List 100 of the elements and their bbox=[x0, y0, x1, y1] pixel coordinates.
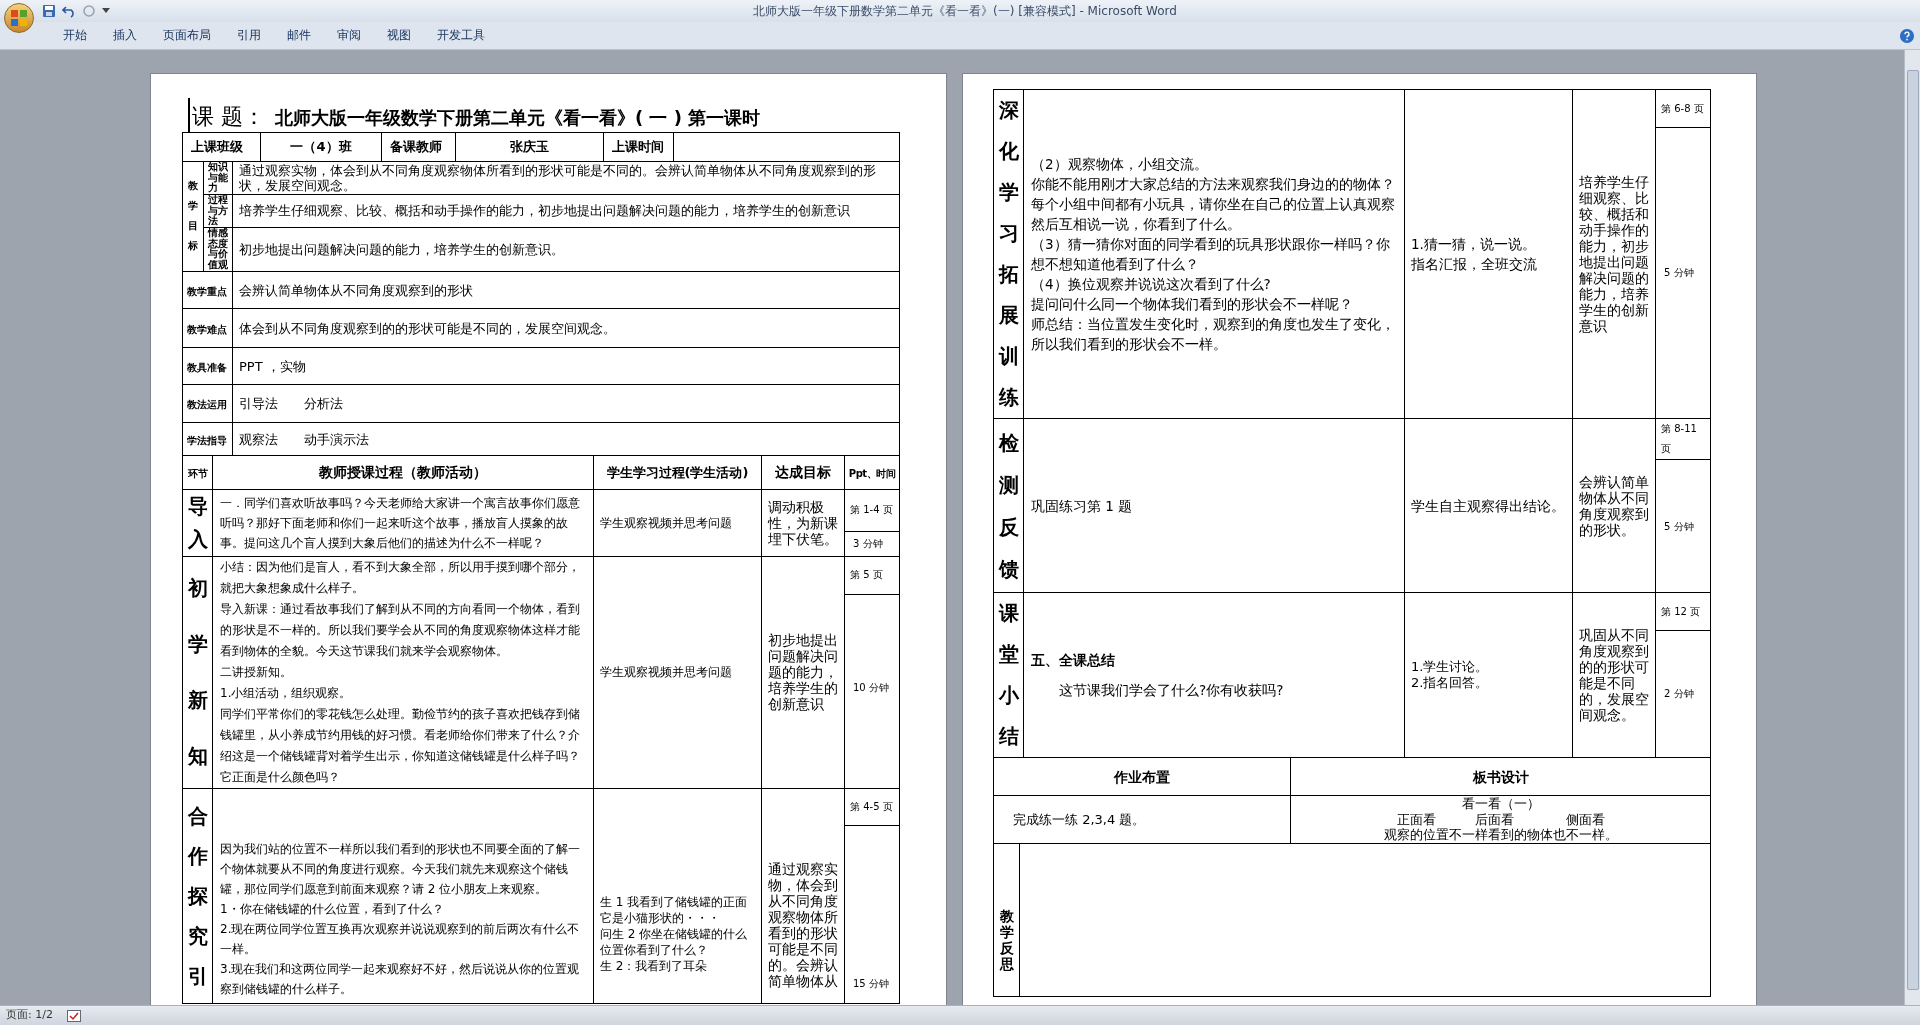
board-text: 正面看 后面看 侧面看 bbox=[1395, 811, 1606, 827]
column-header: 作业布置 bbox=[1114, 768, 1170, 785]
row-label: 过程与方法 bbox=[208, 195, 228, 227]
cell-text: 15 分钟 bbox=[853, 976, 889, 991]
cell-text: 调动积极性，为新课埋下伏笔。 bbox=[768, 498, 838, 547]
board-text: 观察的位置不一样看到的物体也不一样。 bbox=[1382, 827, 1619, 843]
cell-text: 第 4-5 页 bbox=[850, 799, 893, 814]
stage-label: 初学新知 bbox=[187, 575, 208, 770]
lesson-title: 北师大版一年级数学下册第二单元《看一看》( 一 ) 第一课时 bbox=[275, 106, 761, 130]
column-header: 环节 bbox=[187, 468, 208, 479]
cell-text: 引导法 分析法 bbox=[239, 396, 343, 411]
cell-text: 2.现在两位同学位置互换再次观察并说说观察到的前后两次有什么不一样。 bbox=[220, 920, 581, 958]
cell-text: 观察法 动手演示法 bbox=[239, 431, 369, 447]
stage-label: 课堂小结 bbox=[998, 600, 1019, 750]
column-header: 教师授课过程（教师活动） bbox=[319, 464, 487, 480]
cell-text: 小结：因为他们是盲人，看不到大象全部，所以用手摸到哪个部分，就把大象想象成什么样子。 bbox=[220, 558, 581, 597]
cell-text: 五、全课总结 bbox=[1031, 651, 1116, 669]
save-icon[interactable] bbox=[42, 4, 56, 18]
ribbon-tab[interactable]: 开发工具 bbox=[424, 26, 498, 45]
cell-text: 第 8-11 页 bbox=[1661, 422, 1698, 456]
office-button[interactable] bbox=[4, 3, 34, 33]
ribbon-tab[interactable]: 审阅 bbox=[324, 26, 374, 45]
window-title: 北师大版一年级下册数学第二单元《看一看》(一) [兼容模式] - Microsoft Word bbox=[753, 3, 1177, 20]
board-text: 看一看（一） bbox=[1460, 796, 1541, 812]
title-label: 课 题： bbox=[192, 103, 265, 131]
cell-text: 会辨认简单物体从不同角度观察到的形状 bbox=[239, 282, 473, 298]
row-label: 教学反思 bbox=[999, 907, 1014, 972]
cell-text: 通过观察实物，体会到从不同角度观察物体所看到的形状可能是不同的。会辨认简单物体从 bbox=[768, 860, 838, 989]
stage-label: 检测反馈 bbox=[998, 429, 1019, 583]
field-label: 备课教师 bbox=[390, 139, 442, 155]
cell-text: 问生 2 你坐在储钱罐的什么位置你看到了什么？ bbox=[600, 925, 749, 958]
scroll-bar[interactable] bbox=[1904, 50, 1920, 1005]
field-value: 一（4）班 bbox=[290, 139, 352, 155]
cell-text: 完成练一练 2,3,4 题。 bbox=[1013, 812, 1146, 828]
cell-text: 第 5 页 bbox=[850, 568, 883, 582]
cell-text: 初步地提出问题解决问题的能力，培养学生的创新意识。 bbox=[239, 241, 565, 257]
cell-text: 通过观察实物，体会到从不同角度观察物体所看到的形状可能是不同的。会辨认简单物体从不同角度观察到的形状，发展空间观念。 bbox=[239, 163, 877, 193]
column-header: Ppt、时间 bbox=[848, 468, 896, 479]
ribbon-tab[interactable]: 视图 bbox=[374, 26, 424, 45]
column-header: 学生学习过程(学生活动) bbox=[606, 465, 749, 480]
stage-label: 深化学习拓展训练 bbox=[998, 97, 1019, 411]
cell-text: 5 分钟 bbox=[1664, 519, 1694, 534]
cell-text: 指名汇报，全班交流 bbox=[1411, 255, 1538, 274]
cell-text: 10 分钟 bbox=[853, 681, 889, 695]
row-label: 教学目标 bbox=[188, 179, 198, 254]
cell-text: 培养学生仔细观察、比较、概括和动手操作的能力，初步地提出问题解决问题的能力，培养学生的创新意识 bbox=[1579, 174, 1649, 334]
cell-text: 导入新课：通过看故事我们了解到从不同的方向看同一个物体，看到的形状是不一样的。所以我们要学会从不同的角度观察物体这样才能看到物体的全貌。今天这节课我们就来学会观察物体。 bbox=[220, 600, 581, 660]
help-icon[interactable] bbox=[1900, 28, 1914, 43]
field-label: 上课时间 bbox=[612, 139, 664, 155]
cell-text: 3 分钟 bbox=[853, 537, 883, 551]
ribbon-tab[interactable]: 页面布局 bbox=[150, 26, 224, 45]
ribbon-tab[interactable]: 插入 bbox=[100, 26, 150, 45]
cell-text: 1.小组活动，组织观察。 bbox=[220, 684, 353, 702]
column-header: 板书设计 bbox=[1472, 768, 1529, 785]
page-counter: 页面: 1/2 bbox=[6, 1007, 53, 1024]
cell-text: （3）猜一猜你对面的同学看到的玩具形状跟你一样吗？你想不想知道他看到了什么？ bbox=[1031, 235, 1391, 274]
row-label: 教具准备 bbox=[187, 361, 227, 373]
row-label: 教法运用 bbox=[187, 399, 227, 410]
cell-text: 师总结：当位置发生变化时，观察到的角度也发生了变化，所以我们看到的形状会不一样。 bbox=[1031, 315, 1396, 354]
spelling-icon bbox=[66, 1009, 81, 1022]
cell-text: 2 分钟 bbox=[1664, 687, 1694, 701]
cell-text: 因为我们站的位置不一样所以我们看到的形状也不同要全面的了解一个物体就要从不同的角度进行观察。今天我们就先来观察这个储钱罐，那位同学们愿意到前面来观察？请 2 位小朋友上来观察。 bbox=[220, 840, 581, 898]
ribbon-tab[interactable]: 开始 bbox=[50, 26, 100, 45]
cell-text: 巩固从不同角度观察到的的形状可能是不同的，发展空间观念。 bbox=[1579, 627, 1649, 723]
field-label: 上课班级 bbox=[191, 139, 243, 155]
stage-label: 导入 bbox=[187, 492, 208, 553]
row-label: 学法指导 bbox=[187, 434, 227, 446]
cell-text: 同学们平常你们的零花钱怎么处理。勤俭节约的孩子喜欢把钱存到储钱罐里，从小养成节约用钱的好习惯。看老师给你们带来了什么？介绍这是一个储钱罐背对着学生出示，你知道这储钱罐是什么样子吗？它正面是什么颜色吗？ bbox=[220, 705, 581, 786]
cell-text: 2.指名回答。 bbox=[1411, 675, 1490, 691]
ribbon-tab[interactable]: 邮件 bbox=[274, 26, 324, 45]
field-value: 张庆玉 bbox=[510, 139, 549, 155]
cell-text: 提问问什么同一个物体我们看到的形状会不一样呢？ bbox=[1031, 295, 1354, 314]
ribbon-tab[interactable]: 引用 bbox=[224, 26, 274, 45]
cell-text: 1・你在储钱罐的什么位置，看到了什么？ bbox=[220, 900, 445, 918]
cell-text: 你能不能用刚才大家总结的方法来观察我们身边的的物体？每个小组中间都有小玩具，请你坐在自己的位置上认真观察然后互相说一说，你看到了什么。 bbox=[1031, 175, 1396, 234]
undo-icon[interactable] bbox=[62, 4, 76, 18]
cell-text: 5 分钟 bbox=[1664, 265, 1694, 280]
row-label: 教学重点 bbox=[187, 285, 227, 297]
cell-text: 1.猜一猜，说一说。 bbox=[1411, 235, 1537, 254]
cell-text: 学生观察视频并思考问题 bbox=[600, 514, 733, 532]
cell-text: 巩固练习第 1 题 bbox=[1031, 496, 1134, 516]
cell-text: 1.学生讨论。 bbox=[1411, 659, 1490, 675]
cell-text: （4）换位观察并说说这次看到了什么? bbox=[1031, 275, 1272, 294]
cell-text: 学生观察视频并思考问题 bbox=[600, 664, 733, 681]
stage-label: 合作探究引 bbox=[187, 802, 208, 990]
cell-text: 二讲授新知。 bbox=[220, 663, 293, 681]
cell-text: （2）观察物体，小组交流。 bbox=[1031, 155, 1209, 174]
dropdown-icon[interactable] bbox=[102, 8, 110, 14]
cell-text: 培养学生仔细观察、比较、概括和动手操作的能力，初步地提出问题解决问题的能力，培养学生的创新意识 bbox=[239, 203, 851, 219]
row-label: 情感态度与价值观 bbox=[208, 228, 228, 270]
cell-text: 生 2：我看到了耳朵 bbox=[600, 957, 709, 974]
cell-text: 会辨认简单物体从不同角度观察到的形状。 bbox=[1579, 473, 1649, 538]
column-header: 达成目标 bbox=[775, 464, 831, 480]
office-logo-icon bbox=[10, 9, 28, 27]
cell-text: 第 12 页 bbox=[1661, 604, 1701, 619]
cell-text: 第 6-8 页 bbox=[1661, 101, 1704, 116]
row-label: 知识与能力 bbox=[208, 162, 228, 194]
cell-text: 生 1 我看到了储钱罐的正面它是小猫形状的・・・ bbox=[600, 893, 749, 926]
cell-text: 第 1-4 页 bbox=[850, 503, 893, 517]
cell-text: 这节课我们学会了什么?你有收获吗? bbox=[1058, 681, 1285, 699]
